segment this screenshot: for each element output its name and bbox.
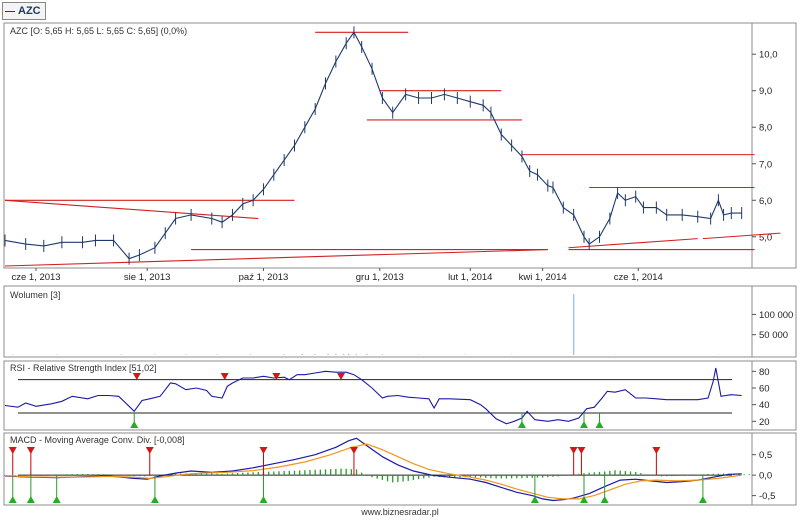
y-tick-label: 10,0 xyxy=(759,50,778,61)
y-tick-label: 0,0 xyxy=(759,471,772,482)
volume-panel-title: Wolumen [3] xyxy=(10,290,61,300)
y-tick-label: 8,0 xyxy=(759,123,772,134)
source-footer: www.biznesradar.pl xyxy=(361,507,439,517)
x-tick-label: cze 1, 2014 xyxy=(614,272,663,283)
price-panel-title: AZC [O: 5,65 H: 5,65 L: 5,65 C: 5,65] (0… xyxy=(10,26,188,36)
y-tick-label: 50 000 xyxy=(759,330,788,341)
y-tick-label: 20 xyxy=(759,417,770,428)
x-tick-label: cze 1, 2013 xyxy=(11,272,60,283)
y-tick-label: 60 xyxy=(759,384,770,395)
x-tick-label: kwi 1, 2014 xyxy=(519,272,567,283)
y-tick-label: 6,0 xyxy=(759,196,772,207)
x-tick-label: gru 1, 2013 xyxy=(356,272,404,283)
y-tick-label: 9,0 xyxy=(759,86,772,97)
panel-frame xyxy=(3,22,797,269)
y-tick-label: 40 xyxy=(759,400,770,411)
y-tick-label: 7,0 xyxy=(759,159,772,170)
x-tick-label: lut 1, 2014 xyxy=(448,272,492,283)
y-tick-label: 100 000 xyxy=(759,310,793,321)
x-tick-label: sie 1, 2013 xyxy=(124,272,170,283)
y-tick-label: -0,5 xyxy=(759,491,775,502)
rsi-panel-title: RSI - Relative Strength Index [51,02] xyxy=(10,363,157,373)
x-tick-label: paź 1, 2013 xyxy=(239,272,289,283)
y-tick-label: 0,5 xyxy=(759,450,772,461)
macd-panel-title: MACD - Moving Average Conv. Div. [-0,008… xyxy=(10,435,185,445)
panel-frame xyxy=(3,285,797,358)
y-tick-label: 80 xyxy=(759,367,770,378)
